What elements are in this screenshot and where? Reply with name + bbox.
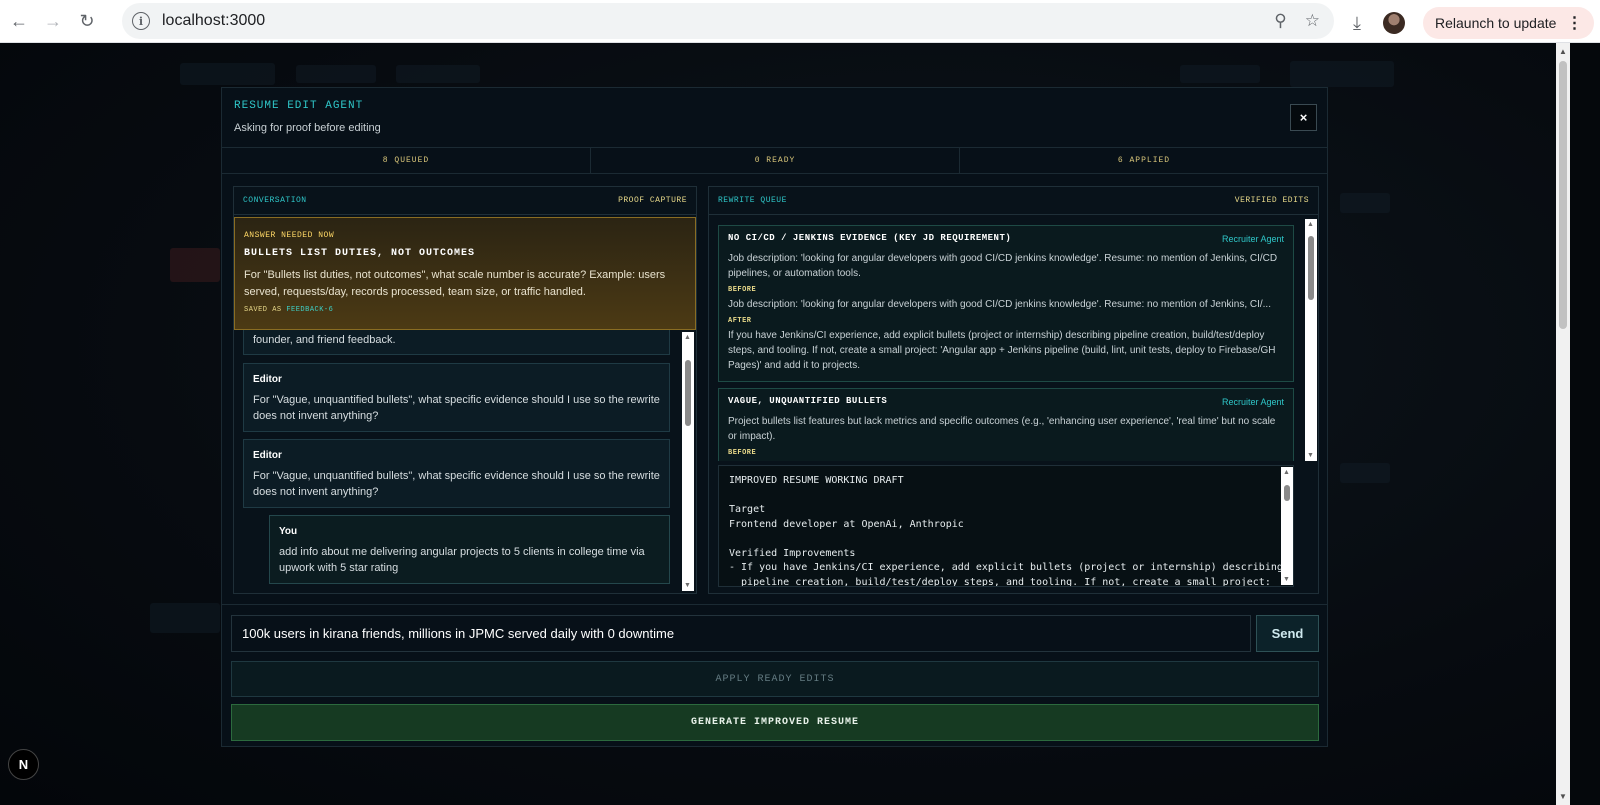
resume-draft-preview[interactable]: IMPROVED RESUME WORKING DRAFT Target Fro…	[718, 465, 1294, 587]
apply-ready-edits-button[interactable]: APPLY READY EDITS	[231, 661, 1319, 697]
rewrite-queue-header: REWRITE QUEUE VERIFIED EDITS	[709, 187, 1318, 215]
more-menu-icon[interactable]: ⋮	[1566, 13, 1582, 33]
proof-capture-label: PROOF CAPTURE	[618, 196, 687, 205]
card-description: Job description: 'looking for angular de…	[728, 253, 1278, 279]
message-input-value[interactable]: 100k users in kirana friends, millions i…	[242, 626, 674, 641]
page-scrollbar[interactable]: ▲ ▼	[1556, 43, 1570, 805]
stat-ready: 0 READY	[590, 148, 959, 173]
draft-scrollbar-thumb[interactable]	[1284, 485, 1290, 501]
relaunch-label: Relaunch to update	[1435, 15, 1557, 31]
after-label: AFTER	[728, 317, 752, 325]
profile-avatar[interactable]	[1383, 12, 1405, 34]
scroll-up-icon[interactable]: ▲	[1307, 221, 1314, 228]
next-dev-badge[interactable]: N	[8, 749, 39, 780]
reload-icon[interactable]: ↻	[74, 8, 100, 34]
rewrite-queue-panel: REWRITE QUEUE VERIFIED EDITS NO CI/CD / …	[708, 186, 1319, 594]
message-input[interactable]: 100k users in kirana friends, millions i…	[231, 615, 1251, 652]
conversation-panel: CONVERSATION PROOF CAPTURE founder, and …	[233, 186, 697, 594]
card-title: VAGUE, UNQUANTIFIED BULLETS	[728, 396, 888, 406]
draft-scrollbar[interactable]: ▲ ▼	[1281, 467, 1293, 585]
message-author: You	[279, 526, 298, 537]
alert-saved-as: SAVED AS FEEDBACK-6	[244, 306, 686, 314]
relaunch-button[interactable]: Relaunch to update ⋮	[1423, 7, 1595, 39]
queue-scroll-area[interactable]: NO CI/CD / JENKINS EVIDENCE (KEY JD REQU…	[709, 215, 1305, 461]
backdrop-block	[170, 248, 220, 282]
rewrite-card[interactable]: VAGUE, UNQUANTIFIED BULLETS Recruiter Ag…	[718, 388, 1294, 461]
message-author: Editor	[253, 374, 282, 385]
backdrop-button	[1180, 65, 1260, 83]
before-label: BEFORE	[728, 286, 757, 294]
before-label: BEFORE	[728, 449, 757, 457]
verified-edits-label: VERIFIED EDITS	[1234, 196, 1309, 205]
scroll-up-icon[interactable]: ▲	[1283, 469, 1290, 476]
conversation-scrollbar[interactable]: ▲ ▼	[682, 332, 694, 591]
stat-queued: 8 QUEUED	[382, 156, 430, 165]
panel-divider	[222, 604, 1328, 605]
alert-title: BULLETS LIST DUTIES, NOT OUTCOMES	[244, 248, 476, 259]
queue-scrollbar[interactable]: ▲ ▼	[1305, 219, 1317, 461]
card-title: NO CI/CD / JENKINS EVIDENCE (KEY JD REQU…	[728, 233, 1012, 243]
message-author: Editor	[253, 450, 282, 461]
generate-improved-resume-button[interactable]: GENERATE IMPROVED RESUME	[231, 704, 1319, 741]
url-text[interactable]: localhost:3000	[162, 12, 265, 30]
stats-bar: 8 QUEUED 0 READY 6 APPLIED	[222, 147, 1328, 174]
backdrop-tab	[180, 63, 275, 85]
scroll-up-icon[interactable]: ▲	[1559, 47, 1567, 56]
download-icon[interactable]: ⤓	[1343, 9, 1371, 37]
answer-needed-alert: ANSWER NEEDED NOW BULLETS LIST DUTIES, N…	[234, 217, 696, 330]
conversation-scrollbar-thumb[interactable]	[685, 360, 691, 426]
browser-toolbar: ← → ↻ i localhost:3000 ⚲ ☆ ⤓ Relaunch to…	[0, 0, 1600, 43]
send-button[interactable]: Send	[1256, 615, 1319, 652]
alert-body: For "Bullets list duties, not outcomes",…	[244, 269, 666, 298]
modal-title: RESUME EDIT AGENT	[234, 100, 364, 112]
bookmark-star-icon[interactable]: ☆	[1305, 11, 1320, 31]
message-bubble: Editor For "Vague, unquantified bullets"…	[243, 363, 670, 432]
rewrite-card[interactable]: NO CI/CD / JENKINS EVIDENCE (KEY JD REQU…	[718, 225, 1294, 382]
saved-prefix: SAVED AS	[244, 306, 282, 314]
scroll-down-icon[interactable]: ▼	[1307, 452, 1314, 459]
message-text: For "Vague, unquantified bullets", what …	[253, 394, 660, 422]
scroll-down-icon[interactable]: ▼	[1283, 576, 1290, 583]
backdrop-button	[1290, 61, 1394, 87]
message-bubble: Editor For "Vague, unquantified bullets"…	[243, 439, 670, 508]
backdrop-block	[1340, 463, 1390, 483]
user-message-bubble: You add info about me delivering angular…	[269, 515, 670, 584]
message-text: add info about me delivering angular pro…	[279, 546, 645, 574]
card-agent: Recruiter Agent	[1221, 397, 1284, 407]
alert-label: ANSWER NEEDED NOW	[244, 231, 335, 240]
scroll-up-icon[interactable]: ▲	[684, 334, 691, 341]
backdrop-block	[150, 603, 220, 633]
site-info-icon[interactable]: i	[132, 12, 150, 30]
conversation-title: CONVERSATION	[243, 196, 307, 205]
stat-applied: 6 APPLIED	[959, 148, 1328, 173]
resume-edit-modal: RESUME EDIT AGENT Asking for proof befor…	[221, 87, 1328, 747]
forward-arrow-icon[interactable]: →	[40, 8, 66, 34]
conversation-header: CONVERSATION PROOF CAPTURE	[234, 187, 696, 215]
after-text: If you have Jenkins/CI experience, add e…	[728, 330, 1276, 371]
rewrite-queue-title: REWRITE QUEUE	[718, 196, 787, 205]
backdrop-tab	[296, 65, 376, 83]
back-arrow-icon[interactable]: ←	[6, 8, 32, 34]
feedback-id: FEEDBACK-6	[286, 306, 334, 314]
card-description: Project bullets list features but lack m…	[728, 416, 1276, 442]
close-button[interactable]: ×	[1290, 104, 1317, 131]
address-bar[interactable]: i localhost:3000 ⚲ ☆	[122, 3, 1334, 39]
message-text: For "Vague, unquantified bullets", what …	[253, 470, 660, 498]
scroll-down-icon[interactable]: ▼	[1559, 792, 1567, 801]
page-scrollbar-thumb[interactable]	[1559, 61, 1567, 329]
before-text: Job description: 'looking for angular de…	[728, 299, 1271, 310]
scroll-down-icon[interactable]: ▼	[684, 582, 691, 589]
message-text: founder, and friend feedback.	[253, 334, 396, 346]
zoom-icon[interactable]: ⚲	[1274, 11, 1286, 31]
backdrop-tab	[396, 65, 480, 83]
card-agent: Recruiter Agent	[1221, 234, 1284, 244]
backdrop-block	[1340, 193, 1390, 213]
modal-subtitle: Asking for proof before editing	[234, 122, 381, 134]
queue-scrollbar-thumb[interactable]	[1308, 236, 1314, 300]
